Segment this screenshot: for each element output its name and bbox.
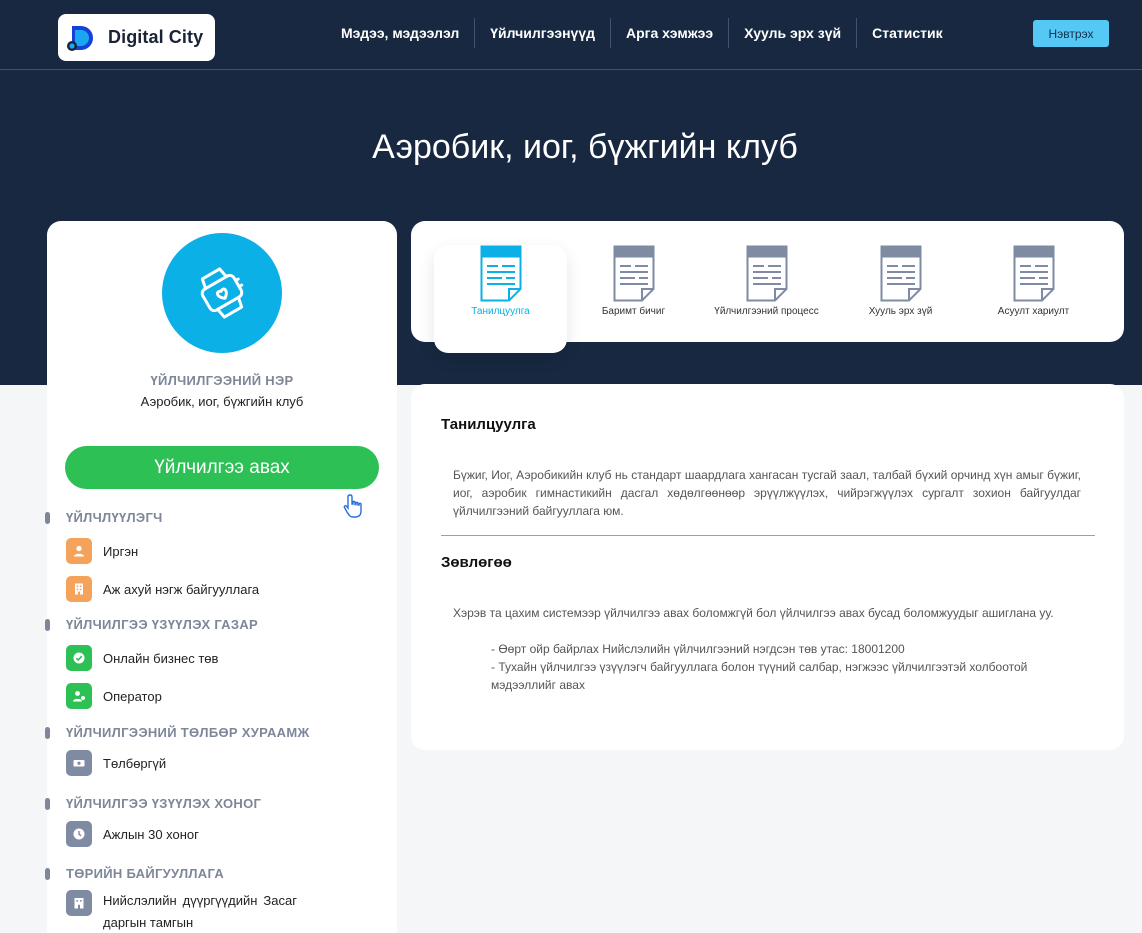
money-icon [66,750,92,776]
nav-news[interactable]: Мэдээ, мэдээлэл [326,18,474,48]
logo-icon [67,25,93,51]
tab-faq[interactable]: Асуулт хариулт [967,245,1100,353]
tabs-card: Танилцуулга Баримт бичиг Үйлчилгээний пр… [411,221,1124,353]
fee-section: ҮЙЛЧИЛГЭЭНИЙ ТӨЛБӨР ХУРААМЖ Төлбөргүй [45,724,397,776]
intro-text: Бүжиг, Иог, Аэробикийн клуб нь стандарт … [453,468,1081,518]
tab-introduction[interactable]: Танилцуулга [434,245,567,353]
divider [441,535,1095,536]
section-title: ҮЙЛЧИЛГЭЭ ҮЗҮҮЛЭХ ХОНОГ [45,795,397,813]
list-item: Онлайн бизнес төв [47,645,397,671]
service-icon [162,233,282,353]
days-section: ҮЙЛЧИЛГЭЭ ҮЗҮҮЛЭХ ХОНОГ Ажлын 30 хоног [45,795,397,847]
section-title: ҮЙЛЧЛҮҮЛЭГЧ [45,509,397,527]
section-title: ҮЙЛЧИЛГЭЭ ҮЗҮҮЛЭХ ГАЗАР [45,616,397,634]
list-item: Оператор [47,683,397,709]
operator-icon [66,683,92,709]
building-icon [66,576,92,602]
get-service-button[interactable]: Үйлчилгээ авах [65,446,379,489]
client-section: ҮЙЛЧЛҮҮЛЭГЧ Иргэн Аж ахуй нэгж байгуулла… [45,509,397,602]
content-card: Танилцуулга Бүжиг, Иог, Аэробикийн клуб … [411,384,1124,750]
tab-label: Үйлчилгээний процесс [714,306,819,317]
tab-label: Хууль эрх зүй [868,306,933,317]
tab-law[interactable]: Хууль эрх зүй [834,245,967,353]
service-name-value: Аэробик, иог, бүжгийн клуб [140,394,304,409]
intro-heading: Танилцуулга [441,416,536,433]
document-icon [613,245,654,302]
organization-section: ТӨРИЙН БАЙГУУЛЛАГА Нийслэлийн дүүргүүдий… [45,865,397,933]
nav-services[interactable]: Үйлчилгээнүүд [474,18,610,48]
section-title: ҮЙЛЧИЛГЭЭНИЙ ТӨЛБӨР ХУРААМЖ [45,724,397,742]
login-button[interactable]: Нэвтрэх [1033,20,1109,47]
page-title: Аэробик, иог, бүжгийн клуб [372,128,798,166]
list-item: Ажлын 30 хоног [47,821,397,847]
service-info-card: ҮЙЛЧИЛГЭЭНИЙ НЭР Аэробик, иог, бүжгийн к… [45,221,397,933]
logo-text: Digital City [108,27,204,47]
list-item: Аж ахуй нэгж байгууллага [47,576,397,602]
tab-process[interactable]: Үйлчилгээний процесс [700,245,833,353]
tab-label: Танилцуулга [471,306,530,317]
top-header: Digital City Мэдээ, мэдээлэл Үйлчилгээнү… [0,0,1142,70]
service-name-label: ҮЙЛЧИЛГЭЭНИЙ НЭР [150,373,294,388]
section-title: ТӨРИЙН БАЙГУУЛЛАГА [45,865,397,883]
list-item: Төлбөргүй [47,750,397,776]
advice-text: Хэрэв та цахим системээр үйлчилгээ авах … [453,606,1054,620]
tab-label: Баримт бичиг [601,306,666,317]
advice-item: - Тухайн үйлчилгээ үзүүлэгч байгууллага … [491,660,1028,692]
nav-events[interactable]: Арга хэмжээ [610,18,728,48]
tab-documents[interactable]: Баримт бичиг [567,245,700,353]
advice-item: - Өөрт ойр байрлах Нийслэлийн үйлчилгээн… [491,642,905,656]
advice-heading: Зөвлөгөө [441,554,512,571]
service-place-section: ҮЙЛЧИЛГЭЭ ҮЗҮҮЛЭХ ГАЗАР Онлайн бизнес тө… [45,616,397,709]
clock-icon [66,821,92,847]
main-nav: Мэдээ, мэдээлэл Үйлчилгээнүүд Арга хэмжэ… [326,18,958,48]
office-icon [66,890,92,916]
tab-label: Асуулт хариулт [997,306,1070,317]
list-item: Иргэн [47,538,397,564]
document-icon [1013,245,1054,302]
document-icon [746,245,787,302]
logo[interactable]: Digital City [58,14,215,61]
list-item: Нийслэлийн дүүргүүдийн Засаг даргын тамг… [47,890,297,933]
nav-law[interactable]: Хууль эрх зүй [728,18,856,48]
document-icon [880,245,921,302]
nav-statistics[interactable]: Статистик [856,18,957,48]
document-icon [480,245,521,302]
smartwatch-icon [200,267,244,319]
user-icon [66,538,92,564]
check-icon [66,645,92,671]
